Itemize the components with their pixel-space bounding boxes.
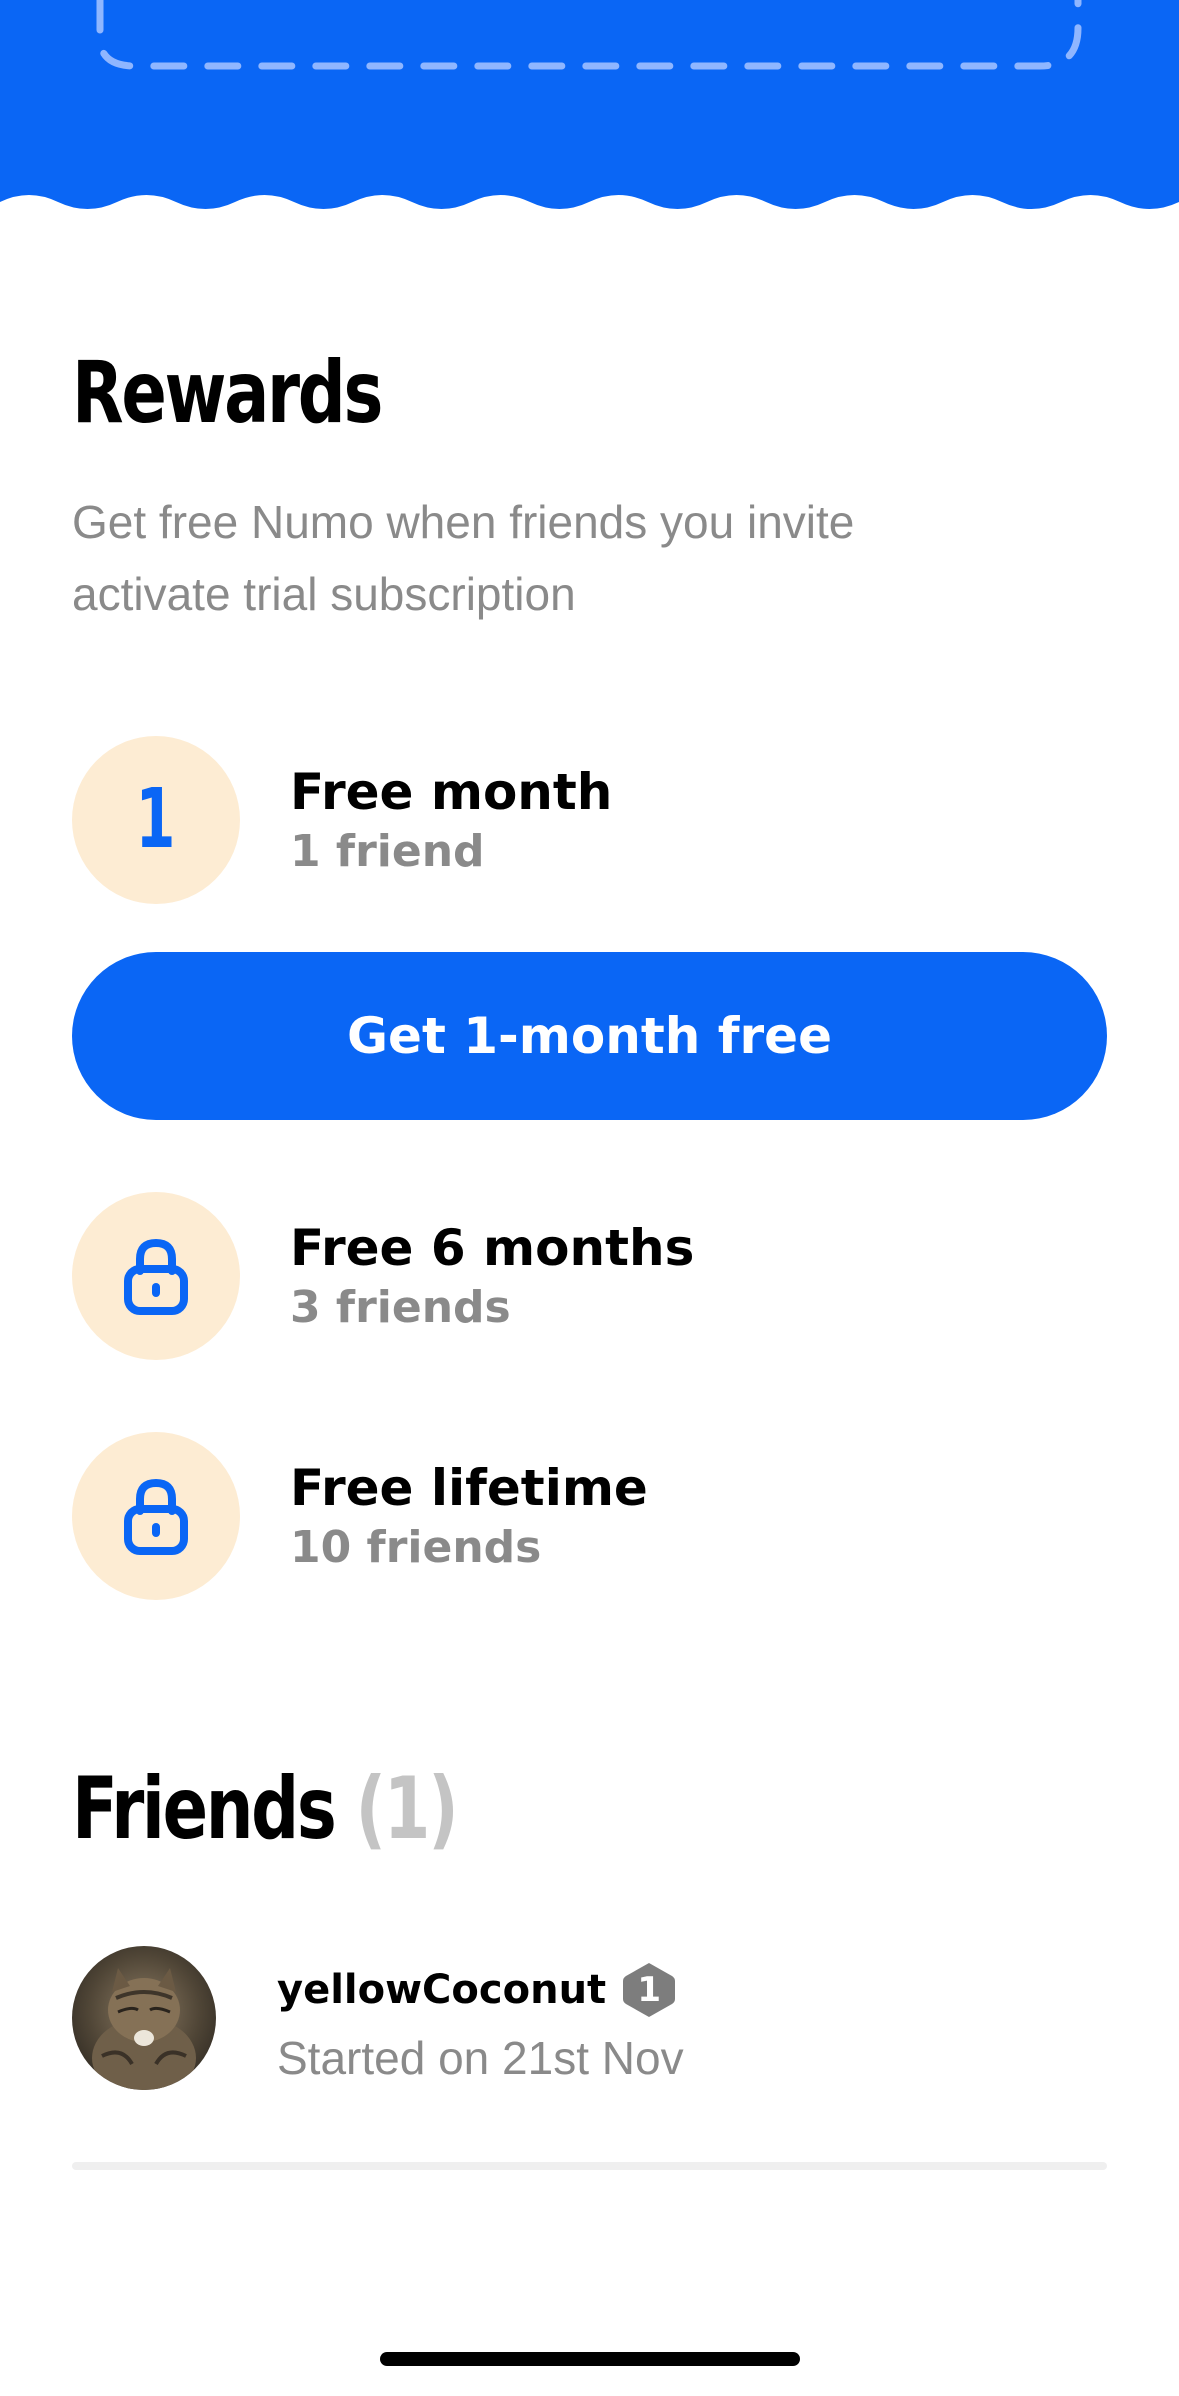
reward-free-lifetime: Free lifetime 10 friends: [72, 1432, 1107, 1600]
level-badge-number: 1: [637, 1970, 661, 2010]
reward-requirement: 10 friends: [290, 1522, 542, 1573]
home-indicator[interactable]: [380, 2352, 800, 2366]
rewards-subtitle: Get free Numo when friends you invite ac…: [72, 496, 855, 620]
reward-requirement: 3 friends: [290, 1282, 511, 1333]
friends-title-text: Friends: [72, 1759, 337, 1859]
rewards-title: Rewards: [72, 343, 383, 443]
divider: [72, 2162, 1107, 2170]
reward-title: Free lifetime: [290, 1459, 648, 1517]
level-badge: 1: [620, 1961, 678, 2019]
reward-title: Free 6 months: [290, 1219, 695, 1277]
reward-free-6-months: Free 6 months 3 friends: [72, 1192, 1107, 1360]
reward-badge-number: 1: [136, 772, 176, 867]
friends-count: (1): [355, 1759, 458, 1859]
wavy-header-shape: [0, 0, 1179, 209]
lock-icon: [124, 1238, 188, 1315]
lock-icon: [124, 1478, 188, 1555]
friends-title: Friends (1): [72, 1766, 459, 1852]
header-banner: [0, 0, 1179, 230]
reward-free-month: 1 Free month 1 friend: [72, 736, 1107, 904]
friend-start-date: Started on 21st Nov: [277, 2032, 684, 2084]
reward-badge: [72, 1192, 240, 1360]
friend-username: yellowCoconut: [277, 1967, 607, 2013]
cat-avatar: [72, 1946, 216, 2090]
get-free-month-button[interactable]: Get 1-month free: [72, 952, 1107, 1120]
reward-badge: [72, 1432, 240, 1600]
reward-title: Free month: [290, 763, 613, 821]
reward-requirement: 1 friend: [290, 826, 485, 877]
reward-badge: 1: [72, 736, 240, 904]
friend-list-item[interactable]: yellowCoconut 1 Started on 21st Nov: [72, 1946, 1107, 2092]
